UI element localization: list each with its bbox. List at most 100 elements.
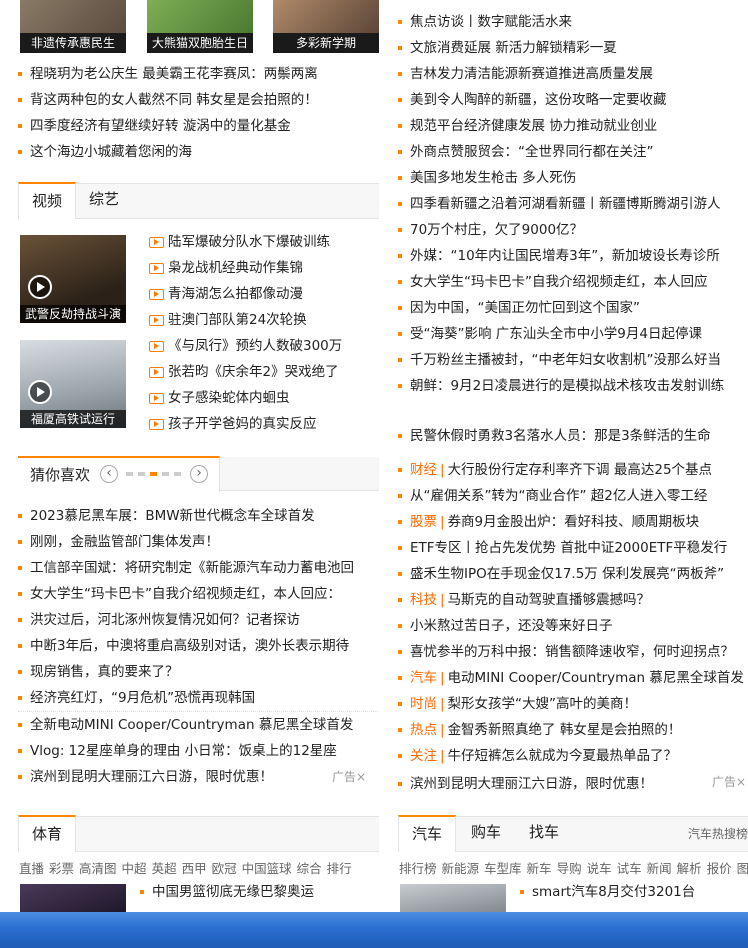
news-link[interactable]: 四季度经济有望继续好转 漩涡中的量化基金 [30,118,291,134]
news-link[interactable]: 焦点访谈丨数字赋能活水来 [410,14,572,30]
list-item[interactable]: 文旅消费延展 新活力解锁精彩一夏 [398,35,746,61]
news-link[interactable]: 女大学生“玛卡巴卡”自我介绍视频走红，本人回应： [30,586,341,602]
news-link[interactable]: 千万粉丝主播被封，“中老年妇女收割机”没那么好当 [410,352,721,368]
list-item[interactable]: 从“雇佣关系”转为“商业合作” 超2亿人进入零工经 [398,483,748,509]
carousel-dot[interactable] [150,472,157,476]
news-link[interactable]: 现房销售，真的要来了？ [30,664,179,680]
carousel-dot[interactable] [138,472,145,476]
list-item[interactable]: 美国多地发生枪击 多人死伤 [398,165,746,191]
category-tag[interactable]: 财经 [410,462,437,478]
subnav-link[interactable]: 新能源 [442,861,480,876]
subnav-link[interactable]: 彩票 [49,861,74,876]
news-link[interactable]: 程晓玥为老公庆生 最美霸王花李赛凤：两鬃两离 [30,66,318,82]
list-item[interactable]: 吉林发力清洁能源新赛道推进高质量发展 [398,61,746,87]
news-link[interactable]: 外媒：“10年内让国民增寿3年”，新加坡设长寿诊所 [410,248,720,264]
list-item[interactable]: 现房销售，真的要来了？ [18,659,378,685]
category-tag[interactable]: 关注 [410,748,437,764]
list-item[interactable]: 关注 | 牛仔短裤怎么就成为今夏最热单品了？ [398,743,748,769]
video-link[interactable]: 枭龙战机经典动作集锦 [168,260,303,276]
video-link[interactable]: 青海湖怎么拍都像动漫 [168,286,303,302]
news-link[interactable]: 从“雇佣关系”转为“商业合作” 超2亿人进入零工经 [410,488,707,504]
ad-label[interactable]: 广告× [712,773,746,790]
video-thumb[interactable]: 武警反劫持战斗演 [20,235,126,323]
video-item[interactable]: 枭龙战机经典动作集锦 [146,255,378,281]
subnav-link[interactable]: 新闻 [647,861,672,876]
list-item[interactable]: 2023慕尼黑车展：BMW新世代概念车全球首发 [18,503,378,529]
list-item[interactable]: 千万粉丝主播被封，“中老年妇女收割机”没那么好当 [398,347,746,373]
list-item[interactable]: 四季看新疆之沿着河湖看新疆丨新疆博斯腾湖引游人 [398,191,746,217]
category-tag[interactable]: 股票 [410,514,437,530]
news-link[interactable]: 规范平台经济健康发展 协力推动就业创业 [410,118,657,134]
auto-search-hint[interactable]: 汽车热搜榜 [688,825,748,842]
list-item[interactable]: 程晓玥为老公庆生 最美霸王花李赛凤：两鬃两离 [18,61,378,87]
list-item[interactable]: 规范平台经济健康发展 协力推动就业创业 [398,113,746,139]
list-item[interactable]: 外媒：“10年内让国民增寿3年”，新加坡设长寿诊所 [398,243,746,269]
news-link[interactable]: 经济亮红灯，“9月危机”恐慌再现韩国 [30,690,255,706]
promo-link[interactable]: Vlog: 12星座单身的理由 小日常：饭桌上的12星座 [30,743,337,759]
video-item[interactable]: 陆军爆破分队水下爆破训练 [146,229,378,255]
news-link[interactable]: smart汽车8月交付3201台 [532,884,695,900]
news-link[interactable]: 70万个村庄，欠了9000亿？ [410,222,583,238]
list-item[interactable]: 喜忧参半的万科中报：销售额降速收窄，何时迎拐点？ [398,639,748,665]
news-link[interactable]: 小米熬过苦日子，还没等来好日子 [410,618,613,634]
list-item[interactable]: 民警休假时勇救3名落水人员：那是3条鲜活的生命 [398,423,746,449]
subnav-link[interactable]: 直播 [19,861,44,876]
ad-label[interactable]: 广告× [332,768,366,785]
carousel-dot[interactable] [162,472,169,476]
list-item[interactable]: 女大学生“玛卡巴卡”自我介绍视频走红，本人回应： [18,581,378,607]
list-item[interactable]: 外商点赞服贸会：“全世界同行都在关注” [398,139,746,165]
list-item[interactable]: 因为中国，“美国正勿忙回到这个国家” [398,295,746,321]
subnav-link[interactable]: 报价 [707,861,732,876]
news-link[interactable]: 背这两种包的女人截然不同 韩女星是会拍照的！ [30,92,318,108]
promo-link[interactable]: 滨州到昆明大理丽江六日游，限时优惠！ [30,769,273,785]
thumb-card[interactable]: 非遗传承惠民生 [20,0,126,53]
promo-link[interactable]: 全新电动MINI Cooper/Countryman 慕尼黑全球首发 [30,717,353,733]
news-link[interactable]: 喜忧参半的万科中报：销售额降速收窄，何时迎拐点？ [410,644,734,660]
video-item[interactable]: 女子感染蛇体内蛔虫 [146,385,378,411]
news-link[interactable]: 吉林发力清洁能源新赛道推进高质量发展 [410,66,653,82]
carousel-dot[interactable] [174,472,181,476]
news-link[interactable]: 刚刚，金融监管部门集体发声！ [30,534,219,550]
thumb-card[interactable]: 多彩新学期 [273,0,379,53]
news-link[interactable]: 2023慕尼黑车展：BMW新世代概念车全球首发 [30,508,315,524]
news-link[interactable]: 券商9月金股出炉：看好科技、顺周期板块 [448,514,700,530]
list-item[interactable]: 美到令人陶醉的新疆，这份攻略一定要收藏 [398,87,746,113]
list-item[interactable]: 女大学生“玛卡巴卡”自我介绍视频走红，本人回应 [398,269,746,295]
list-item[interactable]: 盛禾生物IPO在手现金仅17.5万 保利发展亮“两板斧” [398,561,748,587]
news-link[interactable]: 梨形女孩学“大嫂”高叶的美商！ [448,696,638,712]
news-link[interactable]: 女大学生“玛卡巴卡”自我介绍视频走红，本人回应 [410,274,708,290]
subnav-link[interactable]: 车型库 [484,861,522,876]
category-tag[interactable]: 汽车 [410,670,437,686]
news-link[interactable]: 四季看新疆之沿着河湖看新疆丨新疆博斯腾湖引游人 [410,196,721,212]
list-item[interactable]: 汽车 | 电动MINI Cooper/Countryman 慕尼黑全球首发 [398,665,748,691]
subnav-link[interactable]: 英超 [152,861,177,876]
video-item[interactable]: 孩子开学爸妈的真实反应 [146,411,378,437]
list-item[interactable]: 经济亮红灯，“9月危机”恐慌再现韩国 [18,685,378,711]
list-item[interactable]: 热点 | 金智秀新照真绝了 韩女星是会拍照的！ [398,717,748,743]
list-item[interactable]: 受“海葵”影响 广东汕头全市中小学9月4日起停课 [398,321,746,347]
news-link[interactable]: 文旅消费延展 新活力解锁精彩一夏 [410,40,617,56]
news-link[interactable]: 这个海边小城藏着您闲的海 [30,144,192,160]
subnav-link[interactable]: 说车 [587,861,612,876]
list-item[interactable]: 股票 | 券商9月金股出炉：看好科技、顺周期板块 [398,509,748,535]
subnav-link[interactable]: 中超 [122,861,147,876]
subnav-link[interactable]: 试车 [617,861,642,876]
video-link[interactable]: 女子感染蛇体内蛔虫 [168,390,290,406]
news-link[interactable]: 马斯克的自动驾驶直播够震撼吗？ [448,592,651,608]
subnav-link[interactable]: 高清图 [79,861,117,876]
news-link[interactable]: 民警休假时勇救3名落水人员：那是3条鲜活的生命 [410,428,711,444]
list-item[interactable]: 工信部辛国斌：将研究制定《新能源汽车动力蓄电池回 [18,555,378,581]
promo-item[interactable]: 滨州到昆明大理丽江六日游，限时优惠！ [18,764,378,790]
video-item[interactable]: 青海湖怎么拍都像动漫 [146,281,378,307]
list-item[interactable]: 四季度经济有望继续好转 漩涡中的量化基金 [18,113,378,139]
video-link[interactable]: 《与凤行》预约人数破300万 [168,338,342,354]
list-item[interactable]: 洪灾过后，河北涿州恢复情况如何？记者探访 [18,607,378,633]
news-link[interactable]: 中断3年后，中澳将重启高级别对话，澳外长表示期待 [30,638,349,654]
video-item[interactable]: 张若昀《庆余年2》哭戏绝了 [146,359,378,385]
tab-variety[interactable]: 综艺 [76,182,132,217]
news-link[interactable]: 洪灾过后，河北涿州恢复情况如何？记者探访 [30,612,300,628]
list-item[interactable]: 中国男篮彻底无缘巴黎奥运 [140,879,378,905]
category-tag[interactable]: 科技 [410,592,437,608]
list-item[interactable]: 朝鲜：9月2日凌晨进行的是模拟战术核攻击发射训练 [398,373,746,399]
list-item[interactable]: 这个海边小城藏着您闲的海 [18,139,378,165]
